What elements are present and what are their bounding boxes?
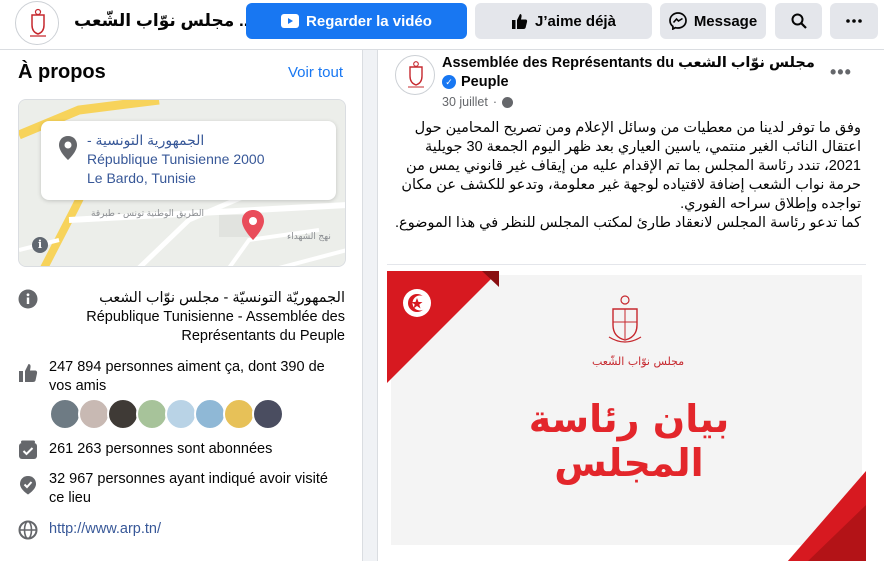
followers-count-text: 261 263 personnes sont abonnées — [49, 441, 273, 457]
post-author-avatar[interactable] — [395, 55, 435, 95]
post-timestamp: 30 juillet · — [442, 95, 514, 109]
location-map[interactable]: الطريق الوطنية تونس - طبرقة نهج الشهداء … — [18, 99, 346, 267]
address-card[interactable]: الجمهورية التونسية - République Tunisien… — [41, 121, 336, 200]
post-author-name[interactable]: Assemblée des Représentants du مجلس نوّا… — [442, 55, 815, 71]
checkin-icon — [20, 476, 36, 495]
public-globe-icon — [502, 96, 514, 108]
avatar[interactable] — [194, 398, 226, 430]
arp-logo-icon — [18, 4, 58, 44]
info-icon — [18, 289, 38, 309]
about-card: À propos Voir tout الطريق الوطنية تونس -… — [0, 50, 363, 561]
verified-icon: ✓ — [442, 75, 456, 89]
avatar[interactable] — [49, 398, 81, 430]
website-link[interactable]: http://www.arp.tn/ — [49, 520, 345, 539]
about-title: À propos — [18, 61, 106, 83]
avatar[interactable] — [223, 398, 255, 430]
message-button[interactable]: Message — [660, 3, 766, 39]
post-author-name-cont[interactable]: Peuple — [461, 74, 509, 90]
about-category-text: الجمهوريّة التونسيّة - مجلس نوّاب الشعب … — [86, 290, 345, 344]
post-paragraph: وفق ما توفر لدينا من معطيات من وسائل الإ… — [401, 120, 861, 212]
map-street-label: الطريق الوطنية تونس - طبرقة — [91, 208, 205, 218]
thumbs-up-icon — [512, 13, 528, 29]
page-avatar[interactable] — [15, 1, 59, 45]
friends-avatars — [49, 398, 284, 432]
post-image[interactable]: مجلس نوّاب الشّعب بيان رئاسة المجلس — [387, 264, 866, 561]
thumbs-up-icon — [19, 364, 38, 382]
watch-video-button[interactable]: Regarder la vidéo — [246, 3, 467, 39]
likes-count-text: 247 894 personnes aiment ça, dont 390 de… — [49, 359, 325, 394]
page-header-bar: مجلس نوّاب الشّعب ... Regarder la vidéo … — [0, 0, 884, 50]
like-page-button[interactable]: J’aime déjà — [475, 3, 652, 39]
post-author-subline: ✓ Peuple — [442, 74, 509, 90]
globe-icon — [18, 520, 38, 540]
watch-video-label: Regarder la vidéo — [306, 12, 432, 30]
post-more-button[interactable]: ••• — [830, 62, 852, 83]
checkins-count-text: 32 967 personnes ayant indiqué avoir vis… — [49, 471, 328, 506]
followers-icon — [19, 440, 37, 459]
search-icon — [791, 13, 807, 29]
avatar[interactable] — [252, 398, 284, 430]
page-name[interactable]: مجلس نوّاب الشّعب ... — [74, 11, 253, 31]
search-button[interactable] — [775, 3, 822, 39]
avatar[interactable] — [107, 398, 139, 430]
location-pin-icon — [59, 136, 77, 160]
see-all-link[interactable]: Voir tout — [288, 64, 343, 81]
avatar[interactable] — [165, 398, 197, 430]
post-paragraph: كما تدعو رئاسة المجلس لانعقاد طارئ لمكتب… — [395, 215, 861, 231]
address-line-1: الجمهورية التونسية - — [87, 132, 205, 148]
message-label: Message — [693, 12, 758, 30]
more-options-button[interactable] — [830, 3, 878, 39]
map-street-label: نهج الشهداء — [287, 231, 331, 241]
post-date[interactable]: 30 juillet — [442, 95, 488, 109]
post-card: Assemblée des Représentants du مجلس نوّا… — [377, 50, 884, 561]
map-marker-icon — [242, 210, 264, 240]
avatar[interactable] — [136, 398, 168, 430]
like-label: J’aime déjà — [535, 12, 616, 30]
address-line-3: Le Bardo, Tunisie — [87, 170, 196, 186]
emblem-caption: مجلس نوّاب الشّعب — [592, 355, 685, 368]
messenger-icon — [668, 12, 687, 30]
banner-title: بيان رئاسة المجلس — [528, 397, 730, 485]
arp-logo-icon — [408, 61, 424, 88]
post-body: وفق ما توفر لدينا من معطيات من وسائل الإ… — [392, 119, 861, 233]
youtube-icon — [281, 14, 300, 28]
emblem-icon — [608, 295, 642, 343]
address-line-2: République Tunisienne 2000 — [87, 151, 265, 167]
avatar[interactable] — [78, 398, 110, 430]
more-icon — [846, 19, 862, 23]
map-info-icon[interactable]: i — [32, 237, 48, 253]
